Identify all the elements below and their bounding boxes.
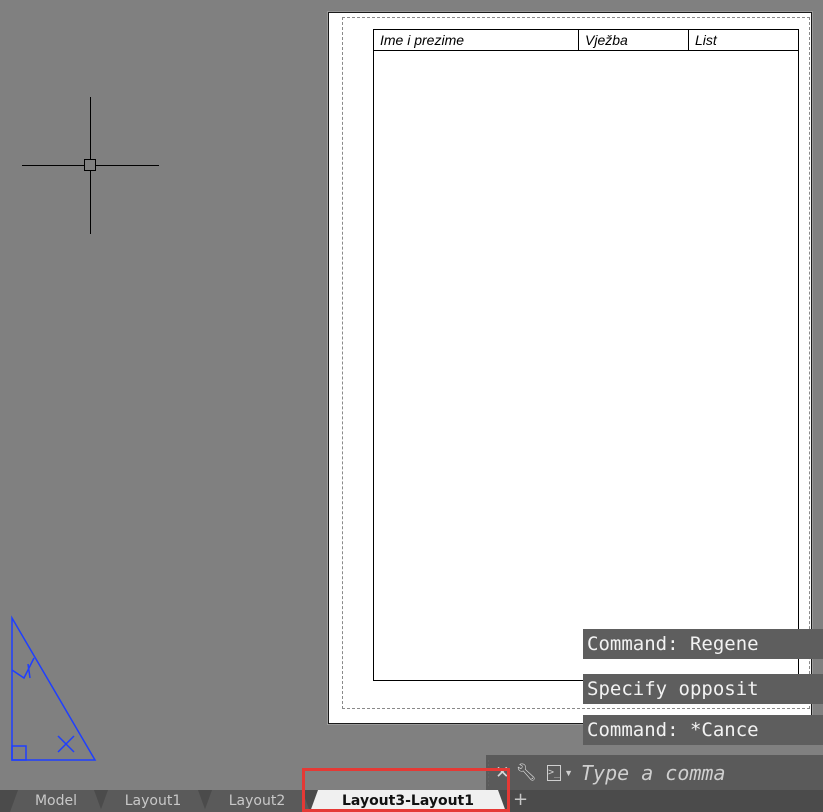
pickbox	[84, 159, 96, 171]
command-history-line: Command: *Cance	[583, 715, 823, 745]
title-block-exercise: Vježba	[579, 30, 689, 50]
command-history-line: Specify opposit	[583, 674, 823, 704]
command-prompt-icon[interactable]: >_	[547, 765, 562, 781]
tab-model[interactable]: Model	[10, 790, 102, 812]
title-block: Ime i prezime Vježba List	[374, 30, 798, 51]
close-icon[interactable]: ✕	[495, 763, 509, 783]
wrench-icon[interactable]: 🔧︎	[515, 763, 537, 783]
command-history-line: Command: Regene	[583, 629, 823, 659]
tab-layout1[interactable]: Layout1	[100, 790, 206, 812]
drawing-frame: Ime i prezime Vježba List	[373, 29, 799, 681]
ucs-icon	[11, 615, 97, 761]
chevron-down-icon[interactable]: ▼	[564, 768, 573, 778]
drag-handle[interactable]	[488, 759, 490, 787]
drawing-canvas[interactable]: Ime i prezime Vježba List Command: Regen…	[0, 0, 823, 790]
command-line-bar: ✕ 🔧︎ >_ ▼	[486, 755, 823, 791]
title-block-name: Ime i prezime	[374, 30, 579, 50]
title-block-sheet: List	[695, 32, 717, 48]
tab-layout3-layout1[interactable]: Layout3-Layout1	[310, 790, 506, 812]
add-layout-button[interactable]: +	[513, 790, 528, 812]
paper-sheet: Ime i prezime Vježba List	[328, 12, 812, 724]
command-input[interactable]	[579, 760, 823, 786]
tab-layout2[interactable]: Layout2	[204, 790, 310, 812]
